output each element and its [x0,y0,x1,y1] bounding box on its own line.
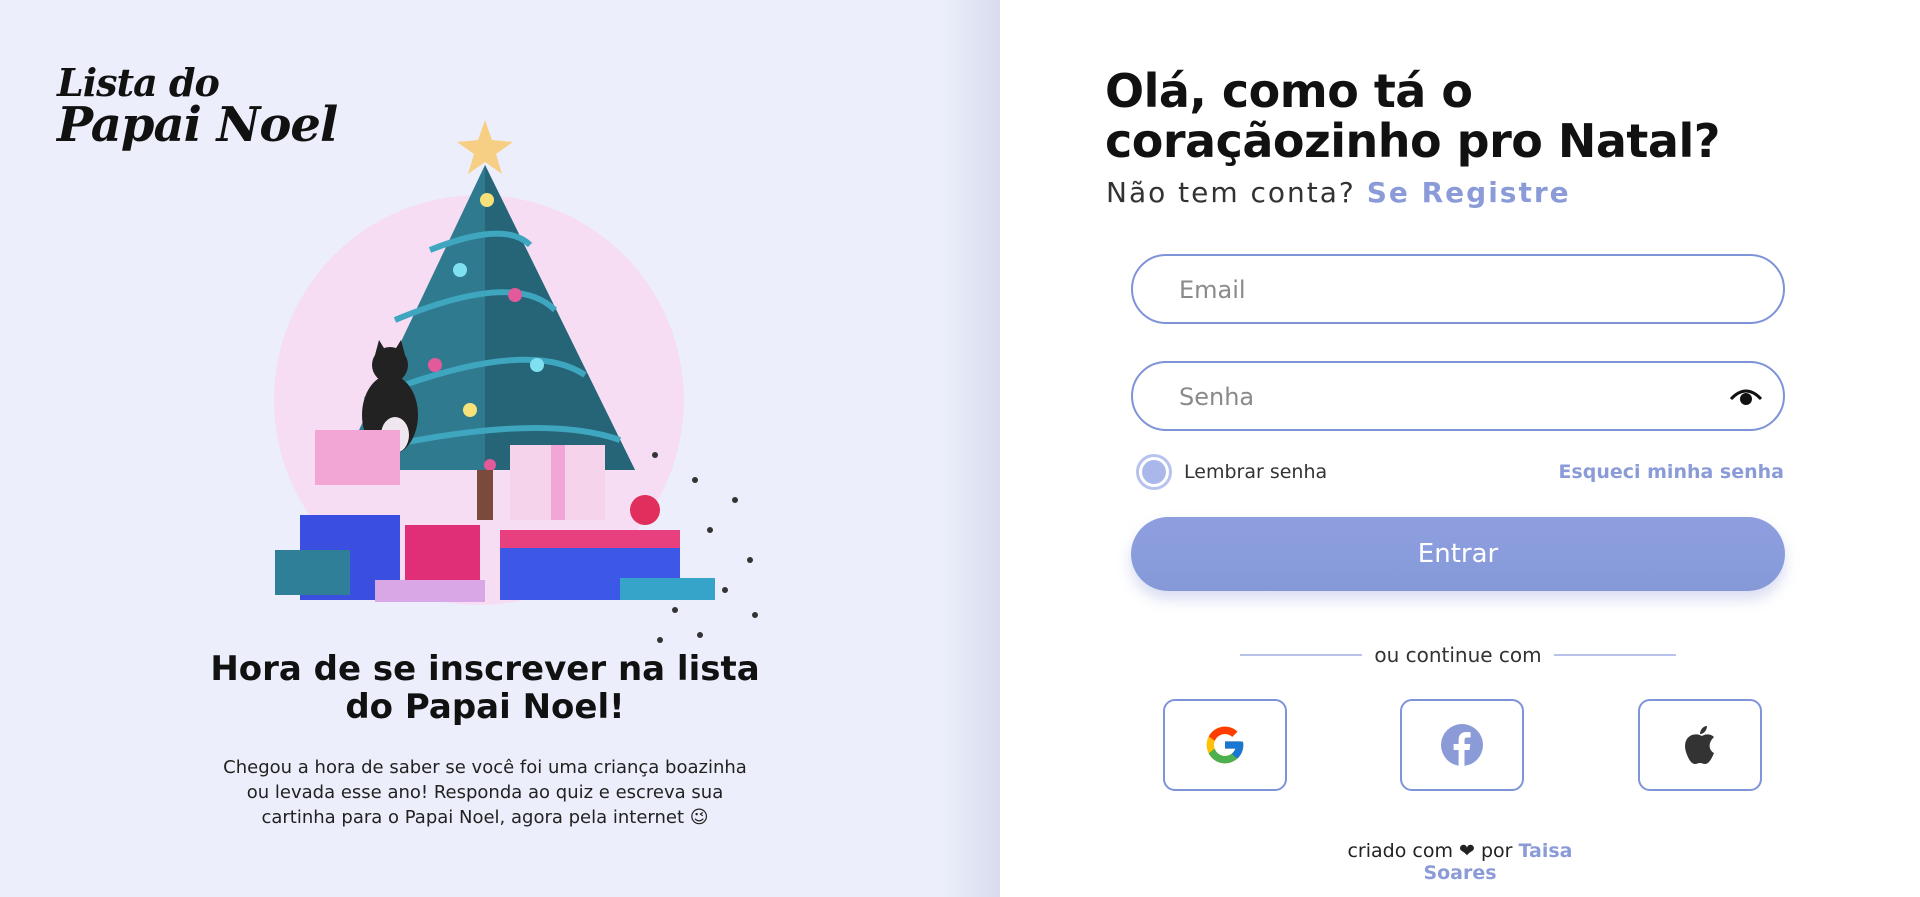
login-headline: Olá, como tá o coraçãozinho pro Natal? [1105,64,1720,168]
register-prompt: Não tem conta? Se Registre [1106,176,1571,209]
remember-label: Lembrar senha [1184,461,1328,483]
eye-icon[interactable] [1729,385,1763,409]
left-description: Chegou a hora de saber se você foi uma c… [223,757,747,828]
panel-divider-shadow [940,0,1000,897]
facebook-icon [1441,724,1483,767]
email-input[interactable] [1177,256,1701,324]
left-panel: Lista do Papai Noel Hora de se inscrever… [0,0,1000,897]
login-button[interactable]: Entrar [1131,517,1785,591]
email-field[interactable] [1131,254,1785,324]
password-input[interactable] [1177,363,1701,431]
register-link[interactable]: Se Registre [1367,176,1571,209]
apple-login-button[interactable] [1638,699,1762,791]
remember-radio[interactable] [1136,454,1172,490]
facebook-login-button[interactable] [1400,699,1524,791]
no-account-text: Não tem conta? [1106,176,1356,209]
social-divider: ou continue com [1240,643,1676,667]
password-field[interactable] [1131,361,1785,431]
footer-prefix: criado com [1347,840,1453,862]
heart-icon: ❤ [1459,840,1475,862]
footer-by: por [1480,840,1513,862]
google-icon [1206,726,1244,764]
forgot-password-link[interactable]: Esqueci minha senha [1558,461,1784,483]
google-login-button[interactable] [1163,699,1287,791]
christmas-tree-illustration [274,120,758,643]
login-panel: Olá, como tá o coraçãozinho pro Natal? N… [1000,0,1920,897]
footer-credits: criado com ❤ por Taisa Soares [1320,840,1600,884]
remember-password[interactable]: Lembrar senha [1136,454,1327,490]
left-title: Hora de se inscrever na lista do Papai N… [210,649,760,727]
apple-icon [1685,726,1714,764]
divider-text: ou continue com [1374,643,1542,667]
